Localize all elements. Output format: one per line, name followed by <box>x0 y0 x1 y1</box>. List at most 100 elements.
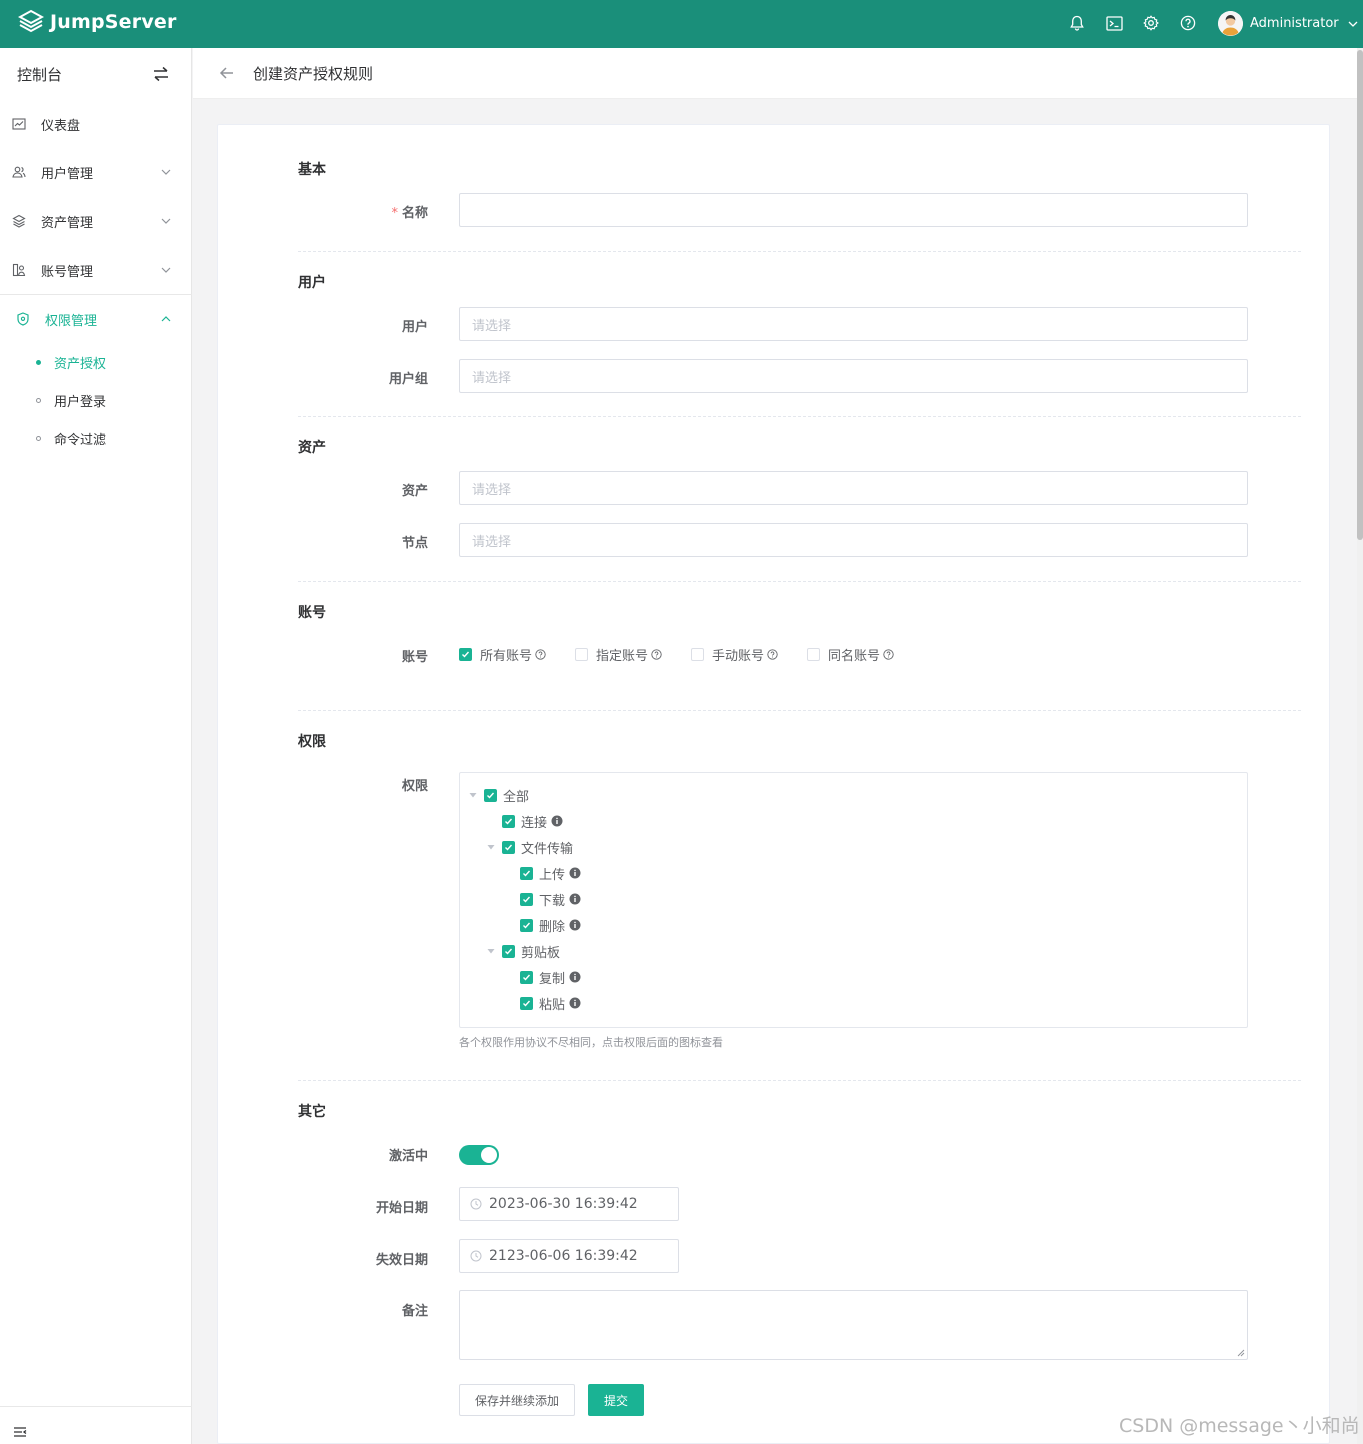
checkbox-checked[interactable] <box>502 944 515 958</box>
chevron-down-icon <box>161 218 171 224</box>
shield-icon <box>17 312 29 326</box>
chevron-up-icon <box>161 316 171 322</box>
watermark: CSDN @message丶小和尚 <box>1119 1415 1360 1437</box>
sidebar-subitem-user-login[interactable]: 用户登录 <box>0 382 192 418</box>
help-icon[interactable] <box>1177 12 1199 34</box>
chevron-down-icon <box>161 169 171 175</box>
scrollbar-thumb[interactable] <box>1357 50 1363 540</box>
expire-date-label: 失效日期 <box>375 1253 428 1268</box>
chevron-down-icon <box>161 267 171 273</box>
chevron-down-icon <box>1348 21 1358 27</box>
checkbox-checked[interactable] <box>502 840 515 854</box>
sidebar-item-permissions[interactable]: 权限管理 <box>0 295 192 343</box>
tree-node-delete[interactable]: 删除 <box>520 915 581 935</box>
checkbox-checked[interactable] <box>520 892 533 906</box>
account-icon <box>12 263 26 277</box>
account-option-same-name[interactable]: 同名账号 <box>807 645 894 664</box>
logo[interactable]: JumpServer <box>18 9 177 35</box>
section-divider <box>298 251 1301 252</box>
info-icon[interactable] <box>569 893 581 905</box>
expire-date-value: 2123-06-06 16:39:42 <box>489 1248 638 1264</box>
info-icon[interactable] <box>569 971 581 983</box>
section-divider <box>298 710 1301 711</box>
info-icon[interactable] <box>569 997 581 1009</box>
resize-grip-icon[interactable] <box>1237 1349 1245 1357</box>
question-circle-icon[interactable] <box>651 649 662 660</box>
checkbox-unchecked[interactable] <box>691 648 705 661</box>
section-title-basic: 基本 <box>298 162 326 178</box>
account-option-all[interactable]: 所有账号 <box>459 645 546 664</box>
info-icon[interactable] <box>569 919 581 931</box>
sidebar-subitem-command-filter[interactable]: 命令过滤 <box>0 420 192 456</box>
caret-down-icon[interactable] <box>486 946 496 956</box>
sidebar-bottom-divider <box>0 1406 192 1407</box>
checkbox-checked[interactable] <box>520 918 533 932</box>
account-checkbox-group: 所有账号 指定账号 手动账号 同名账号 <box>459 645 923 664</box>
sidebar-item-accounts[interactable]: 账号管理 <box>0 246 192 294</box>
gear-icon[interactable] <box>1140 12 1162 34</box>
tree-node-all[interactable]: 全部 <box>468 785 529 805</box>
tree-node-label: 下载 <box>539 893 566 909</box>
user-select[interactable]: 请选择 <box>459 307 1248 341</box>
sidebar-item-users[interactable]: 用户管理 <box>0 148 192 196</box>
active-toggle[interactable] <box>459 1145 499 1165</box>
tree-node-label: 全部 <box>503 789 530 805</box>
section-title-account: 账号 <box>298 605 326 621</box>
checkbox-checked[interactable] <box>520 970 533 984</box>
node-select[interactable]: 请选择 <box>459 523 1248 557</box>
node-select-placeholder: 请选择 <box>472 534 512 550</box>
page-header: 创建资产授权规则 <box>193 48 1357 99</box>
checkbox-checked[interactable] <box>484 788 497 802</box>
permission-tree: 全部 连接 文件传输 上传 下载 删除 剪贴板 复制 粘贴 <box>459 772 1248 1028</box>
tree-node-label: 剪贴板 <box>521 945 561 961</box>
terminal-icon[interactable] <box>1103 12 1125 34</box>
user-menu[interactable]: Administrator <box>1218 11 1359 36</box>
checkbox-checked[interactable] <box>520 866 533 880</box>
tree-node-copy[interactable]: 复制 <box>520 967 581 987</box>
asset-select[interactable]: 请选择 <box>459 471 1248 505</box>
tree-node-download[interactable]: 下载 <box>520 889 581 909</box>
question-circle-icon[interactable] <box>883 649 894 660</box>
bell-icon[interactable] <box>1066 12 1088 34</box>
collapse-sidebar-icon[interactable] <box>13 1425 27 1439</box>
tree-node-upload[interactable]: 上传 <box>520 863 581 883</box>
checkbox-unchecked[interactable] <box>575 648 589 661</box>
question-circle-icon[interactable] <box>767 649 778 660</box>
layers-icon <box>12 214 26 228</box>
checkbox-checked[interactable] <box>459 648 472 661</box>
sidebar-subitem-asset-permission[interactable]: 资产授权 <box>0 344 192 380</box>
tree-node-clipboard[interactable]: 剪贴板 <box>486 941 560 961</box>
account-option-manual[interactable]: 手动账号 <box>691 645 778 664</box>
checkbox-checked[interactable] <box>520 996 533 1010</box>
start-date-picker[interactable]: 2023-06-30 16:39:42 <box>459 1187 679 1221</box>
section-title-other: 其它 <box>298 1104 326 1120</box>
sidebar: 控制台 仪表盘 用户管理 资产管理 账号管理 权限管理 资产授权 用户登录 命令… <box>0 48 192 1444</box>
user-group-select[interactable]: 请选择 <box>459 359 1248 393</box>
tree-node-paste[interactable]: 粘贴 <box>520 993 581 1013</box>
comment-textarea[interactable] <box>459 1290 1248 1360</box>
sidebar-item-dashboard[interactable]: 仪表盘 <box>0 100 192 148</box>
asset-select-placeholder: 请选择 <box>472 482 512 498</box>
tree-node-connect[interactable]: 连接 <box>502 811 563 831</box>
tree-node-file-transfer[interactable]: 文件传输 <box>486 837 573 857</box>
submit-button[interactable]: 提交 <box>588 1384 644 1416</box>
save-and-continue-button[interactable]: 保存并继续添加 <box>459 1384 575 1416</box>
account-label: 账号 <box>401 650 428 665</box>
checkbox-unchecked[interactable] <box>807 648 821 661</box>
info-icon[interactable] <box>551 815 563 827</box>
start-date-label: 开始日期 <box>375 1201 428 1216</box>
checkbox-checked[interactable] <box>502 814 515 828</box>
sidebar-item-assets[interactable]: 资产管理 <box>0 197 192 245</box>
caret-down-icon[interactable] <box>486 842 496 852</box>
back-arrow-icon[interactable] <box>219 65 235 81</box>
question-circle-icon[interactable] <box>535 649 546 660</box>
name-input[interactable] <box>459 193 1248 227</box>
info-icon[interactable] <box>569 867 581 879</box>
switch-view-icon[interactable] <box>152 65 170 83</box>
sidebar-item-label: 账号管理 <box>41 264 94 280</box>
account-option-specified[interactable]: 指定账号 <box>575 645 662 664</box>
section-divider <box>298 581 1301 582</box>
expire-date-picker[interactable]: 2123-06-06 16:39:42 <box>459 1239 679 1273</box>
active-label: 激活中 <box>388 1149 428 1164</box>
caret-down-icon[interactable] <box>468 790 478 800</box>
